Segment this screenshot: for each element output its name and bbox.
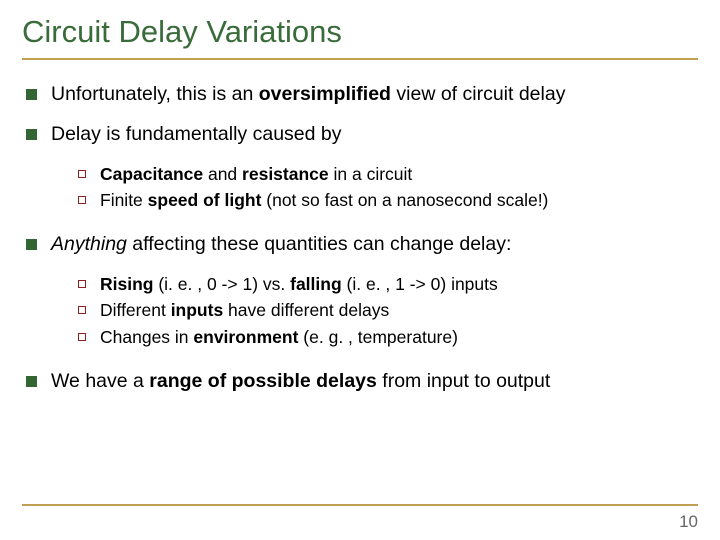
- bullet-4-text: We have a range of possible delays from …: [51, 369, 698, 394]
- square-bullet-icon: [26, 89, 37, 100]
- slide-title: Circuit Delay Variations: [22, 14, 698, 50]
- hollow-square-icon: [78, 333, 86, 341]
- bullet-2-text: Delay is fundamentally caused by: [51, 122, 698, 147]
- hollow-square-icon: [78, 170, 86, 178]
- square-bullet-icon: [26, 239, 37, 250]
- title-rule: [22, 58, 698, 60]
- sub2-item-1-text: Rising (i. e. , 0 -> 1) vs. falling (i. …: [100, 273, 698, 296]
- sub2-item-2: Different inputs have different delays: [78, 299, 698, 322]
- sub1-item-2: Finite speed of light (not so fast on a …: [78, 189, 698, 212]
- page-number: 10: [679, 512, 698, 532]
- footer-rule: [22, 504, 698, 506]
- square-bullet-icon: [26, 129, 37, 140]
- bullet-4: We have a range of possible delays from …: [22, 369, 698, 394]
- hollow-square-icon: [78, 306, 86, 314]
- bullet-list: Unfortunately, this is an oversimplified…: [22, 82, 698, 394]
- bullet-2: Delay is fundamentally caused by: [22, 122, 698, 147]
- sub-list-1: Capacitance and resistance in a circuit …: [78, 163, 698, 213]
- hollow-square-icon: [78, 280, 86, 288]
- sub1-item-2-text: Finite speed of light (not so fast on a …: [100, 189, 698, 212]
- sub1-item-1-text: Capacitance and resistance in a circuit: [100, 163, 698, 186]
- sub2-item-2-text: Different inputs have different delays: [100, 299, 698, 322]
- sub2-item-1: Rising (i. e. , 0 -> 1) vs. falling (i. …: [78, 273, 698, 296]
- sub2-item-3-text: Changes in environment (e. g. , temperat…: [100, 326, 698, 349]
- sub-list-2: Rising (i. e. , 0 -> 1) vs. falling (i. …: [78, 273, 698, 349]
- bullet-1-text: Unfortunately, this is an oversimplified…: [51, 82, 698, 107]
- sub1-item-1: Capacitance and resistance in a circuit: [78, 163, 698, 186]
- bullet-1: Unfortunately, this is an oversimplified…: [22, 82, 698, 107]
- bullet-3: Anything affecting these quantities can …: [22, 232, 698, 257]
- hollow-square-icon: [78, 196, 86, 204]
- sub2-item-3: Changes in environment (e. g. , temperat…: [78, 326, 698, 349]
- bullet-3-text: Anything affecting these quantities can …: [51, 232, 698, 257]
- square-bullet-icon: [26, 376, 37, 387]
